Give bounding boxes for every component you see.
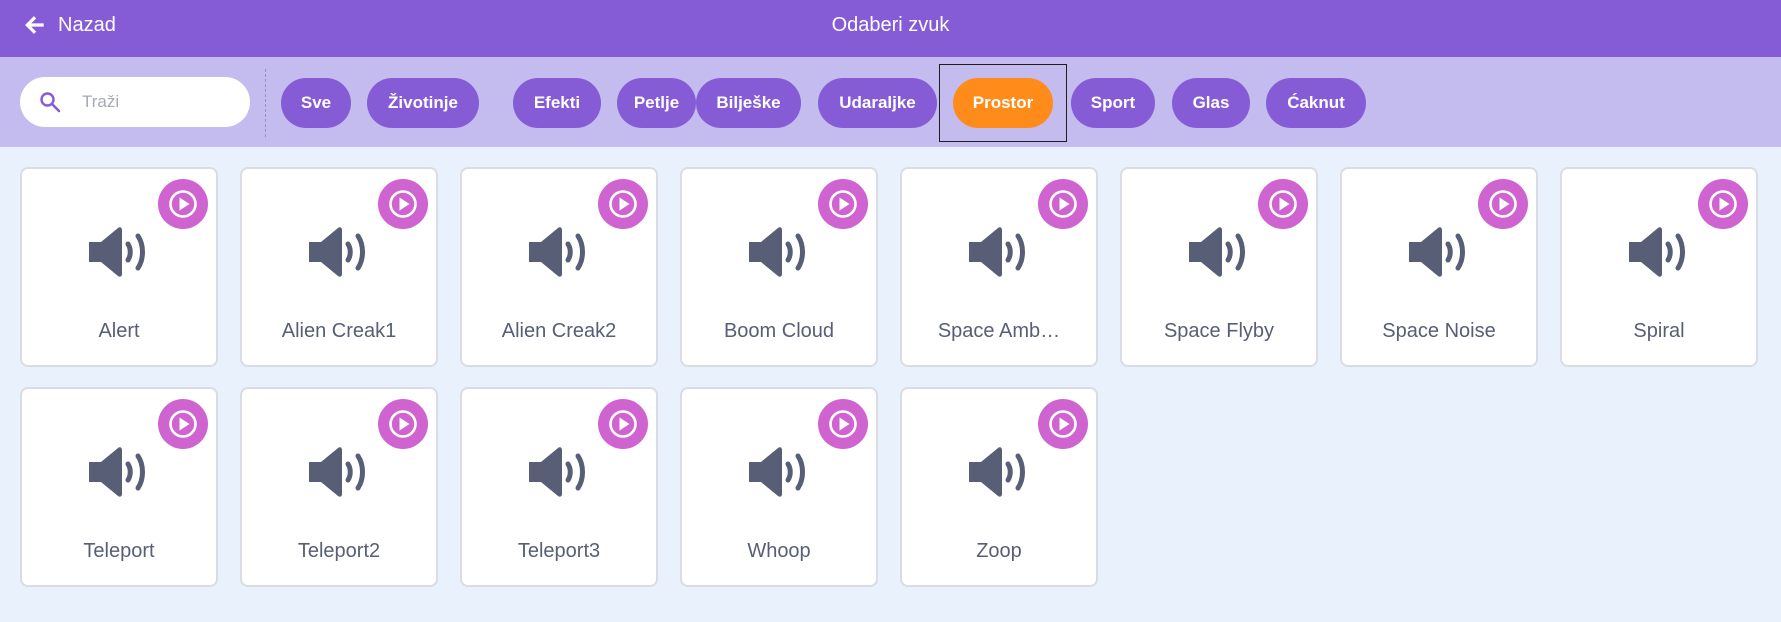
play-button[interactable] [158, 399, 208, 449]
sound-card[interactable]: Boom Cloud [680, 167, 878, 367]
sound-name: Alert [98, 320, 140, 342]
play-button[interactable] [818, 179, 868, 229]
sound-card[interactable]: Alert [20, 167, 218, 367]
play-icon [1049, 190, 1077, 218]
speaker-icon [969, 227, 1025, 277]
play-icon [169, 410, 197, 438]
speaker-icon [969, 447, 1025, 497]
speaker-icon [309, 227, 365, 277]
divider [265, 69, 266, 137]
speaker-icon [749, 447, 805, 497]
play-icon [169, 190, 197, 218]
speaker-icon [749, 227, 805, 277]
play-button[interactable] [158, 179, 208, 229]
sound-name: Space Amb… [937, 320, 1061, 342]
speaker-icon [1189, 227, 1245, 277]
tag-5[interactable]: Udaraljke [818, 78, 937, 128]
play-icon [1709, 190, 1737, 218]
sound-name: Teleport3 [517, 540, 601, 562]
sound-name: Alien Creak2 [501, 320, 617, 342]
play-icon [1489, 190, 1517, 218]
search-input[interactable] [80, 91, 234, 113]
play-button[interactable] [598, 399, 648, 449]
sound-name: Alien Creak1 [281, 320, 397, 342]
tag-9[interactable]: Ćaknut [1266, 78, 1366, 128]
play-button[interactable] [1698, 179, 1748, 229]
play-icon [1049, 410, 1077, 438]
sound-name: Space Noise [1382, 320, 1496, 342]
play-button[interactable] [1038, 399, 1088, 449]
play-button[interactable] [1258, 179, 1308, 229]
sound-name: Zoop [976, 540, 1022, 562]
tag-6[interactable]: Prostor [953, 78, 1053, 128]
tag-8[interactable]: Glas [1172, 78, 1250, 128]
sound-name: Teleport [83, 540, 155, 562]
speaker-icon [89, 227, 145, 277]
play-icon [389, 410, 417, 438]
play-button[interactable] [378, 179, 428, 229]
sound-card[interactable]: Spiral [1560, 167, 1758, 367]
sound-card[interactable]: Space Amb… [900, 167, 1098, 367]
tag-7[interactable]: Sport [1071, 78, 1155, 128]
play-button[interactable] [378, 399, 428, 449]
play-button[interactable] [598, 179, 648, 229]
header: Nazad Odaberi zvuk [0, 0, 1781, 57]
sound-name: Teleport2 [297, 540, 381, 562]
sound-card[interactable]: Zoop [900, 387, 1098, 587]
page-title: Odaberi zvuk [831, 14, 950, 36]
play-icon [829, 410, 857, 438]
sound-name: Boom Cloud [723, 320, 835, 342]
tag-3[interactable]: Petlje [617, 78, 696, 128]
sound-card[interactable]: Space Noise [1340, 167, 1538, 367]
play-button[interactable] [818, 399, 868, 449]
play-icon [829, 190, 857, 218]
speaker-icon [89, 447, 145, 497]
filter-bar: Sve Životinje Efekti PetljeBilješke Udaraljk… [0, 57, 1781, 147]
sound-card[interactable]: Alien Creak2 [460, 167, 658, 367]
search-box[interactable] [20, 77, 250, 127]
speaker-icon [1629, 227, 1685, 277]
speaker-icon [529, 447, 585, 497]
play-icon [389, 190, 417, 218]
sound-card[interactable]: Teleport [20, 387, 218, 587]
sound-name: Space Flyby [1163, 320, 1275, 342]
play-icon [1269, 190, 1297, 218]
sound-name: Spiral [1633, 320, 1685, 342]
speaker-icon [1409, 227, 1465, 277]
tag-0[interactable]: Sve [281, 78, 351, 128]
sound-card[interactable]: Teleport3 [460, 387, 658, 587]
tag-2[interactable]: Efekti [513, 78, 601, 128]
tag-1[interactable]: Životinje [367, 78, 479, 128]
play-icon [609, 410, 637, 438]
sound-card[interactable]: Alien Creak1 [240, 167, 438, 367]
tag-4[interactable]: Bilješke [696, 78, 801, 128]
sound-card[interactable]: Teleport2 [240, 387, 438, 587]
search-icon [40, 92, 61, 113]
play-button[interactable] [1478, 179, 1528, 229]
play-button[interactable] [1038, 179, 1088, 229]
sound-name: Whoop [747, 540, 811, 562]
sound-card[interactable]: Whoop [680, 387, 878, 587]
sound-card[interactable]: Space Flyby [1120, 167, 1318, 367]
speaker-icon [309, 447, 365, 497]
play-icon [609, 190, 637, 218]
speaker-icon [529, 227, 585, 277]
